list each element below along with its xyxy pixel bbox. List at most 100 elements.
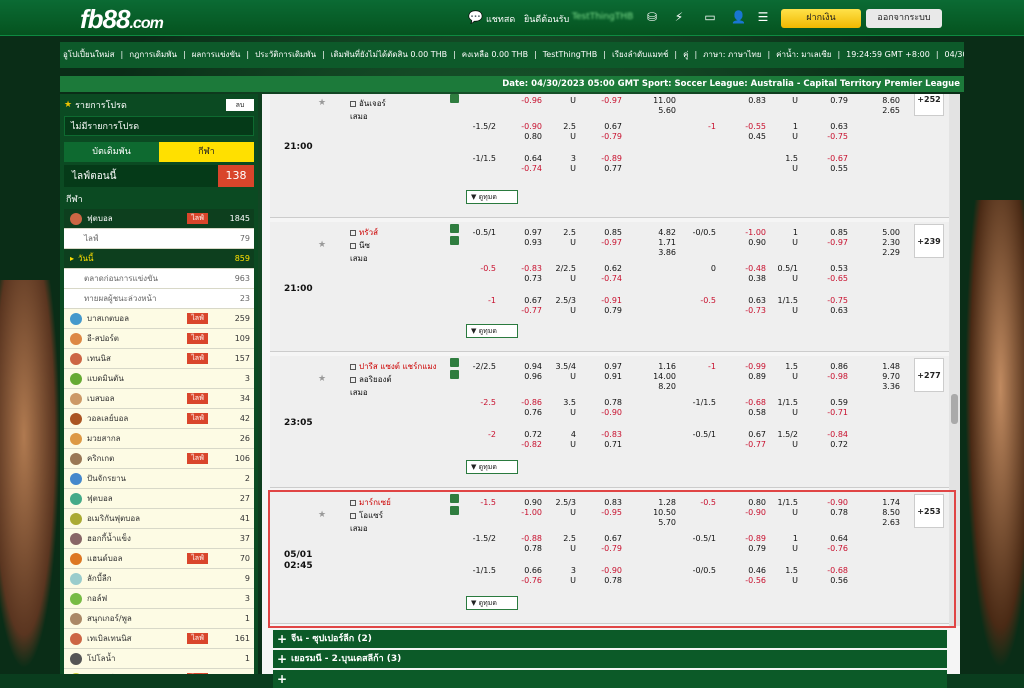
nav-item[interactable]: คู่ bbox=[680, 42, 691, 68]
1x2-odds[interactable]: 1.48 bbox=[864, 362, 900, 372]
odds-cell[interactable]: 0.73 bbox=[506, 274, 542, 284]
odds-cell[interactable]: -0.67 bbox=[812, 154, 848, 164]
odds-cell[interactable]: -0.74 bbox=[506, 164, 542, 174]
handicap-line[interactable]: -0.5/1 bbox=[680, 94, 716, 96]
ou-line[interactable]: 1 bbox=[762, 228, 798, 238]
nav-item[interactable]: 04/30/2023 bbox=[942, 42, 964, 68]
odds-cell[interactable]: 0.93 bbox=[506, 238, 542, 248]
handicap-line[interactable]: -0.5/1 bbox=[460, 228, 496, 238]
1x2-odds[interactable]: 5.60 bbox=[640, 106, 676, 116]
ou-line[interactable]: 4 bbox=[540, 430, 576, 440]
more-markets-button[interactable]: +277 bbox=[914, 358, 944, 392]
ou-label[interactable]: U bbox=[762, 164, 798, 174]
sidebar-item-sport[interactable]: ตลาดก่อนการแข่งขัน 963 bbox=[64, 269, 254, 289]
coin-icon[interactable]: ⛁ bbox=[645, 10, 659, 24]
sidebar-item-sport[interactable]: ▸ วันนี้ 859 bbox=[64, 249, 254, 269]
sidebar-item-sport[interactable]: ฮอกกี้น้ำแข็ง 37 bbox=[64, 529, 254, 549]
ou-label[interactable]: U bbox=[540, 132, 576, 142]
odds-cell[interactable]: 0.67 bbox=[586, 122, 622, 132]
user-icon[interactable]: 👤 bbox=[731, 10, 746, 24]
nav-item[interactable]: ภาษา: ภาษาไทย bbox=[700, 42, 764, 68]
ou-line[interactable]: 2.5/3 bbox=[540, 296, 576, 306]
favorite-star-icon[interactable]: ★ bbox=[318, 98, 326, 108]
odds-cell[interactable]: 0.77 bbox=[586, 164, 622, 174]
odds-cell[interactable]: 0.97 bbox=[586, 362, 622, 372]
ou-line[interactable]: 1.5 bbox=[762, 362, 798, 372]
odds-cell[interactable]: -0.75 bbox=[812, 296, 848, 306]
odds-cell[interactable]: 0.89 bbox=[730, 372, 766, 382]
odds-cell[interactable]: 0.83 bbox=[730, 96, 766, 106]
ou-line[interactable]: 3.5/4 bbox=[540, 362, 576, 372]
odds-cell[interactable]: -0.77 bbox=[506, 306, 542, 316]
ou-label[interactable]: U bbox=[762, 440, 798, 450]
handicap-line[interactable]: -1/1.5 bbox=[460, 154, 496, 164]
ou-label[interactable]: U bbox=[540, 372, 576, 382]
sidebar-item-sport[interactable]: ฟุตบอล 27 bbox=[64, 489, 254, 509]
favorite-star-icon[interactable]: ★ bbox=[318, 240, 326, 250]
nav-item[interactable]: เดิมพันที่ยังไม่ได้ตัดสิน 0.00 THB bbox=[328, 42, 450, 68]
odds-cell[interactable]: 0.53 bbox=[812, 264, 848, 274]
sidebar-item-sport[interactable]: เทเบิลเทนนิส ไลฟ์ 161 bbox=[64, 629, 254, 649]
odds-cell[interactable]: 0.55 bbox=[812, 164, 848, 174]
1x2-odds[interactable]: 3.86 bbox=[640, 248, 676, 258]
stats-icon[interactable] bbox=[450, 94, 459, 103]
tab-bets[interactable]: บัตเดิมพัน bbox=[64, 142, 159, 162]
odds-cell[interactable]: -0.71 bbox=[812, 408, 848, 418]
favorites-delete-button[interactable]: ลบ bbox=[226, 99, 254, 111]
sidebar-item-sport[interactable]: สนุกเกอร์/พูล 1 bbox=[64, 609, 254, 629]
1x2-odds[interactable]: 2.29 bbox=[864, 248, 900, 258]
handicap-line[interactable]: -0/0.5 bbox=[680, 228, 716, 238]
1x2-odds[interactable]: 9.70 bbox=[864, 372, 900, 382]
sidebar-item-sport[interactable]: ปันจักรยาน 2 bbox=[64, 469, 254, 489]
odds-cell[interactable]: 0.45 bbox=[730, 132, 766, 142]
stats-icon[interactable] bbox=[450, 224, 459, 233]
1x2-odds[interactable]: 8.20 bbox=[640, 382, 676, 392]
odds-cell[interactable]: -0.96 bbox=[506, 96, 542, 106]
odds-cell[interactable]: 0.76 bbox=[506, 408, 542, 418]
sidebar-item-sport[interactable]: อี-สปอร์ต ไลฟ์ 109 bbox=[64, 329, 254, 349]
odds-cell[interactable]: -1.00 bbox=[730, 228, 766, 238]
ou-line[interactable]: 1/1.5 bbox=[762, 398, 798, 408]
money-icon[interactable]: ▭ bbox=[700, 10, 720, 24]
odds-cell[interactable]: 0.86 bbox=[812, 362, 848, 372]
nav-item[interactable]: คงเหลือ 0.00 THB bbox=[459, 42, 531, 68]
odds-cell[interactable]: -0.65 bbox=[812, 274, 848, 284]
ou-label[interactable]: U bbox=[762, 238, 798, 248]
odds-cell[interactable]: -0.75 bbox=[812, 132, 848, 142]
nav-item[interactable]: ประวัติการเดิมพัน bbox=[252, 42, 319, 68]
deposit-button[interactable]: ฝากเงิน bbox=[781, 9, 861, 28]
sidebar-item-sport[interactable]: ไลฟ์ 79 bbox=[64, 229, 254, 249]
odds-cell[interactable]: 0.85 bbox=[586, 228, 622, 238]
sidebar-item-sport[interactable]: คริกเกต ไลฟ์ 106 bbox=[64, 449, 254, 469]
ou-line[interactable]: 2.5 bbox=[540, 122, 576, 132]
sidebar-item-sport[interactable]: มวยสากล 26 bbox=[64, 429, 254, 449]
odds-cell[interactable]: 0.59 bbox=[812, 398, 848, 408]
1x2-odds[interactable]: 1.71 bbox=[640, 238, 676, 248]
show-all-dropdown[interactable]: ▼ ดูทุมด bbox=[466, 460, 518, 474]
nav-item[interactable]: ค่าน้ำ: มาเลเซีย bbox=[773, 42, 834, 68]
handicap-line[interactable]: -2.5 bbox=[460, 398, 496, 408]
odds-cell[interactable]: 0.94 bbox=[506, 362, 542, 372]
ou-label[interactable]: U bbox=[540, 96, 576, 106]
nav-item[interactable]: อูโปเปี้ยนใหม่ส bbox=[60, 42, 117, 68]
nav-item[interactable]: เรียงลำดับแมทช์ bbox=[609, 42, 671, 68]
1x2-odds[interactable]: 2.65 bbox=[864, 106, 900, 116]
ou-line[interactable]: 1.5 bbox=[762, 154, 798, 164]
handicap-line[interactable]: 0 bbox=[680, 264, 716, 274]
odds-cell[interactable]: 0.67 bbox=[730, 430, 766, 440]
sidebar-item-sport[interactable]: แฮนด์บอล ไลฟ์ 70 bbox=[64, 549, 254, 569]
logout-button[interactable]: ออกจากระบบ bbox=[866, 9, 942, 28]
ou-line[interactable]: 3 bbox=[540, 154, 576, 164]
ou-line[interactable]: 2.5 bbox=[540, 228, 576, 238]
odds-cell[interactable]: -0.97 bbox=[586, 238, 622, 248]
handicap-line[interactable]: -1.5/2 bbox=[460, 122, 496, 132]
sidebar-item-sport[interactable]: ทายผลผู้ชนะล่วงหน้า 23 bbox=[64, 289, 254, 309]
odds-cell[interactable]: 0.64 bbox=[506, 154, 542, 164]
odds-cell[interactable]: 0.91 bbox=[586, 372, 622, 382]
ou-label[interactable]: U bbox=[762, 274, 798, 284]
sidebar-item-sport[interactable]: อเมริกันฟุตบอล 41 bbox=[64, 509, 254, 529]
odds-cell[interactable]: 0.63 bbox=[812, 306, 848, 316]
ou-label[interactable]: U bbox=[540, 238, 576, 248]
handicap-line[interactable]: -1 bbox=[460, 296, 496, 306]
ou-line[interactable]: 0.5/1 bbox=[762, 264, 798, 274]
